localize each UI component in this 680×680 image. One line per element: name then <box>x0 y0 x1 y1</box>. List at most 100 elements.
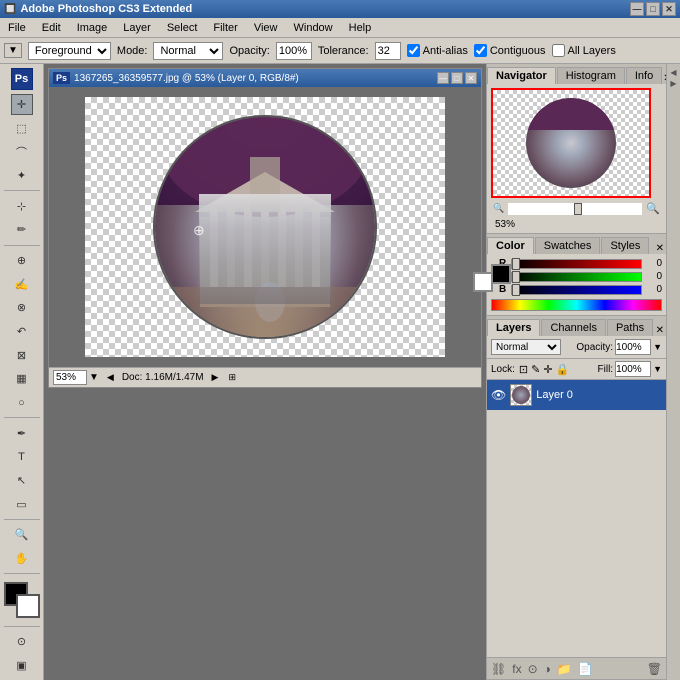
quick-mask-tool[interactable]: ⊙ <box>11 631 33 653</box>
color-section: Color Swatches Styles ✕ R <box>487 234 666 316</box>
tab-color[interactable]: Color <box>487 237 534 254</box>
status-zoom: ▼ <box>53 370 99 385</box>
zoom-slider[interactable] <box>508 203 642 215</box>
color-background-swatch[interactable] <box>473 272 493 292</box>
building-overlay <box>155 117 375 337</box>
doc-maximize-button[interactable]: □ <box>451 72 463 84</box>
clone-stamp-tool[interactable]: ⊗ <box>11 297 33 319</box>
background-color[interactable] <box>16 594 40 618</box>
maximize-button[interactable]: □ <box>646 2 660 16</box>
tool-preset-picker[interactable]: ▼ <box>4 43 22 58</box>
red-value: 0 <box>644 258 662 269</box>
tab-swatches[interactable]: Swatches <box>535 237 601 254</box>
path-selection-tool[interactable]: ↖ <box>11 470 33 492</box>
brush-tool[interactable]: ✍ <box>11 273 33 295</box>
menu-edit[interactable]: Edit <box>38 21 65 35</box>
expand-icon[interactable]: ▶ <box>670 79 676 88</box>
navigator-tabs: Navigator Histogram Info ✕ <box>487 64 666 84</box>
tab-layers[interactable]: Layers <box>487 319 540 336</box>
blend-mode-select[interactable]: Normal <box>491 339 561 355</box>
foreground-dropdown[interactable]: Foreground <box>28 42 111 60</box>
layer-row[interactable]: 👁 Layer 0 <box>487 380 666 410</box>
zoom-icon-btn[interactable]: ▼ <box>89 372 99 383</box>
layers-opacity-input[interactable] <box>615 339 651 355</box>
new-layer-button[interactable]: 📄 <box>578 662 593 676</box>
healing-brush-tool[interactable]: ⊕ <box>11 250 33 272</box>
main-layout: Ps ✛ ⬚ ⌒ ✦ ⊹ ✏ ⊕ ✍ ⊗ ↶ <box>0 64 680 680</box>
green-slider[interactable] <box>511 272 642 282</box>
menu-filter[interactable]: Filter <box>209 21 241 35</box>
lock-transparent-icon[interactable]: ⊡ <box>519 363 528 376</box>
eyedropper-tool[interactable]: ✏ <box>11 219 33 241</box>
close-button[interactable]: ✕ <box>662 2 676 16</box>
navigator-zoom-bar: 🔍 🔍 <box>491 202 662 215</box>
add-style-button[interactable]: fx <box>512 662 521 676</box>
delete-layer-button[interactable]: 🗑 <box>647 662 662 676</box>
lock-position-icon[interactable]: ✛ <box>543 363 552 376</box>
panel-arrows: ◀ ▶ <box>666 64 680 680</box>
tab-histogram[interactable]: Histogram <box>557 67 625 84</box>
tab-paths[interactable]: Paths <box>607 319 653 336</box>
new-adjustment-button[interactable]: ◑ <box>544 662 551 676</box>
tab-styles[interactable]: Styles <box>601 237 649 254</box>
lock-image-icon[interactable]: ✎ <box>531 363 540 376</box>
title-bar: 🔲 Adobe Photoshop CS3 Extended — □ ✕ <box>0 0 680 18</box>
menu-image[interactable]: Image <box>73 21 112 35</box>
color-ramp[interactable] <box>491 299 662 311</box>
lasso-tool[interactable]: ⌒ <box>11 141 33 163</box>
link-layers-button[interactable]: ⛓ <box>491 662 506 676</box>
gradient-tool[interactable]: ▦ <box>11 368 33 390</box>
menu-select[interactable]: Select <box>163 21 202 35</box>
menu-view[interactable]: View <box>250 21 282 35</box>
dodge-tool[interactable]: ○ <box>11 392 33 414</box>
zoom-out-icon[interactable]: 🔍 <box>493 203 504 214</box>
menu-file[interactable]: File <box>4 21 30 35</box>
add-mask-button[interactable]: ⊙ <box>528 662 538 676</box>
contiguous-group: Contiguous <box>474 44 546 57</box>
pen-tool[interactable]: ✒ <box>11 422 33 444</box>
type-tool[interactable]: T <box>11 446 33 468</box>
red-slider[interactable] <box>511 259 642 269</box>
move-tool[interactable]: ✛ <box>11 94 33 116</box>
history-brush-tool[interactable]: ↶ <box>11 321 33 343</box>
hand-tool[interactable]: ✋ <box>11 548 33 570</box>
tab-channels[interactable]: Channels <box>541 319 605 336</box>
history-brush-icon: ↶ <box>17 325 26 338</box>
color-foreground-swatch[interactable] <box>491 264 511 284</box>
fill-arrow[interactable]: ▼ <box>653 364 662 374</box>
zoom-in-icon[interactable]: 🔍 <box>646 202 660 215</box>
tolerance-input[interactable] <box>375 42 401 60</box>
collapse-up-icon[interactable]: ◀ <box>670 68 676 77</box>
screen-mode-tool[interactable]: ▣ <box>11 654 33 676</box>
minimize-button[interactable]: — <box>630 2 644 16</box>
tab-info[interactable]: Info <box>626 67 662 84</box>
fill-input[interactable] <box>615 361 651 377</box>
doc-minimize-button[interactable]: — <box>437 72 449 84</box>
magic-wand-tool[interactable]: ✦ <box>11 165 33 187</box>
layer-visibility-icon[interactable]: 👁 <box>491 388 506 402</box>
zoom-input[interactable] <box>53 370 87 385</box>
mode-select[interactable]: Normal <box>153 42 223 60</box>
crop-tool[interactable]: ⊹ <box>11 195 33 217</box>
anti-alias-checkbox[interactable] <box>407 44 420 57</box>
menu-window[interactable]: Window <box>290 21 337 35</box>
menu-layer[interactable]: Layer <box>119 21 155 35</box>
eraser-tool[interactable]: ⊠ <box>11 344 33 366</box>
menu-help[interactable]: Help <box>345 21 376 35</box>
all-layers-checkbox[interactable] <box>552 44 565 57</box>
marquee-tool[interactable]: ⬚ <box>11 117 33 139</box>
opacity-arrow[interactable]: ▼ <box>653 342 662 352</box>
new-group-button[interactable]: 📁 <box>557 662 572 676</box>
layers-close[interactable]: ✕ <box>656 325 664 336</box>
contiguous-checkbox[interactable] <box>474 44 487 57</box>
doc-close-button[interactable]: ✕ <box>465 72 477 84</box>
color-close[interactable]: ✕ <box>656 243 664 254</box>
shape-tool[interactable]: ▭ <box>11 493 33 515</box>
zoom-tool[interactable]: 🔍 <box>11 524 33 546</box>
opacity-input[interactable] <box>276 42 312 60</box>
blue-slider[interactable] <box>511 285 642 295</box>
tab-navigator[interactable]: Navigator <box>487 67 556 84</box>
lock-all-icon[interactable]: 🔒 <box>556 363 570 376</box>
canvas-content[interactable]: ⊕ <box>49 87 481 367</box>
all-layers-group: All Layers <box>552 44 616 57</box>
